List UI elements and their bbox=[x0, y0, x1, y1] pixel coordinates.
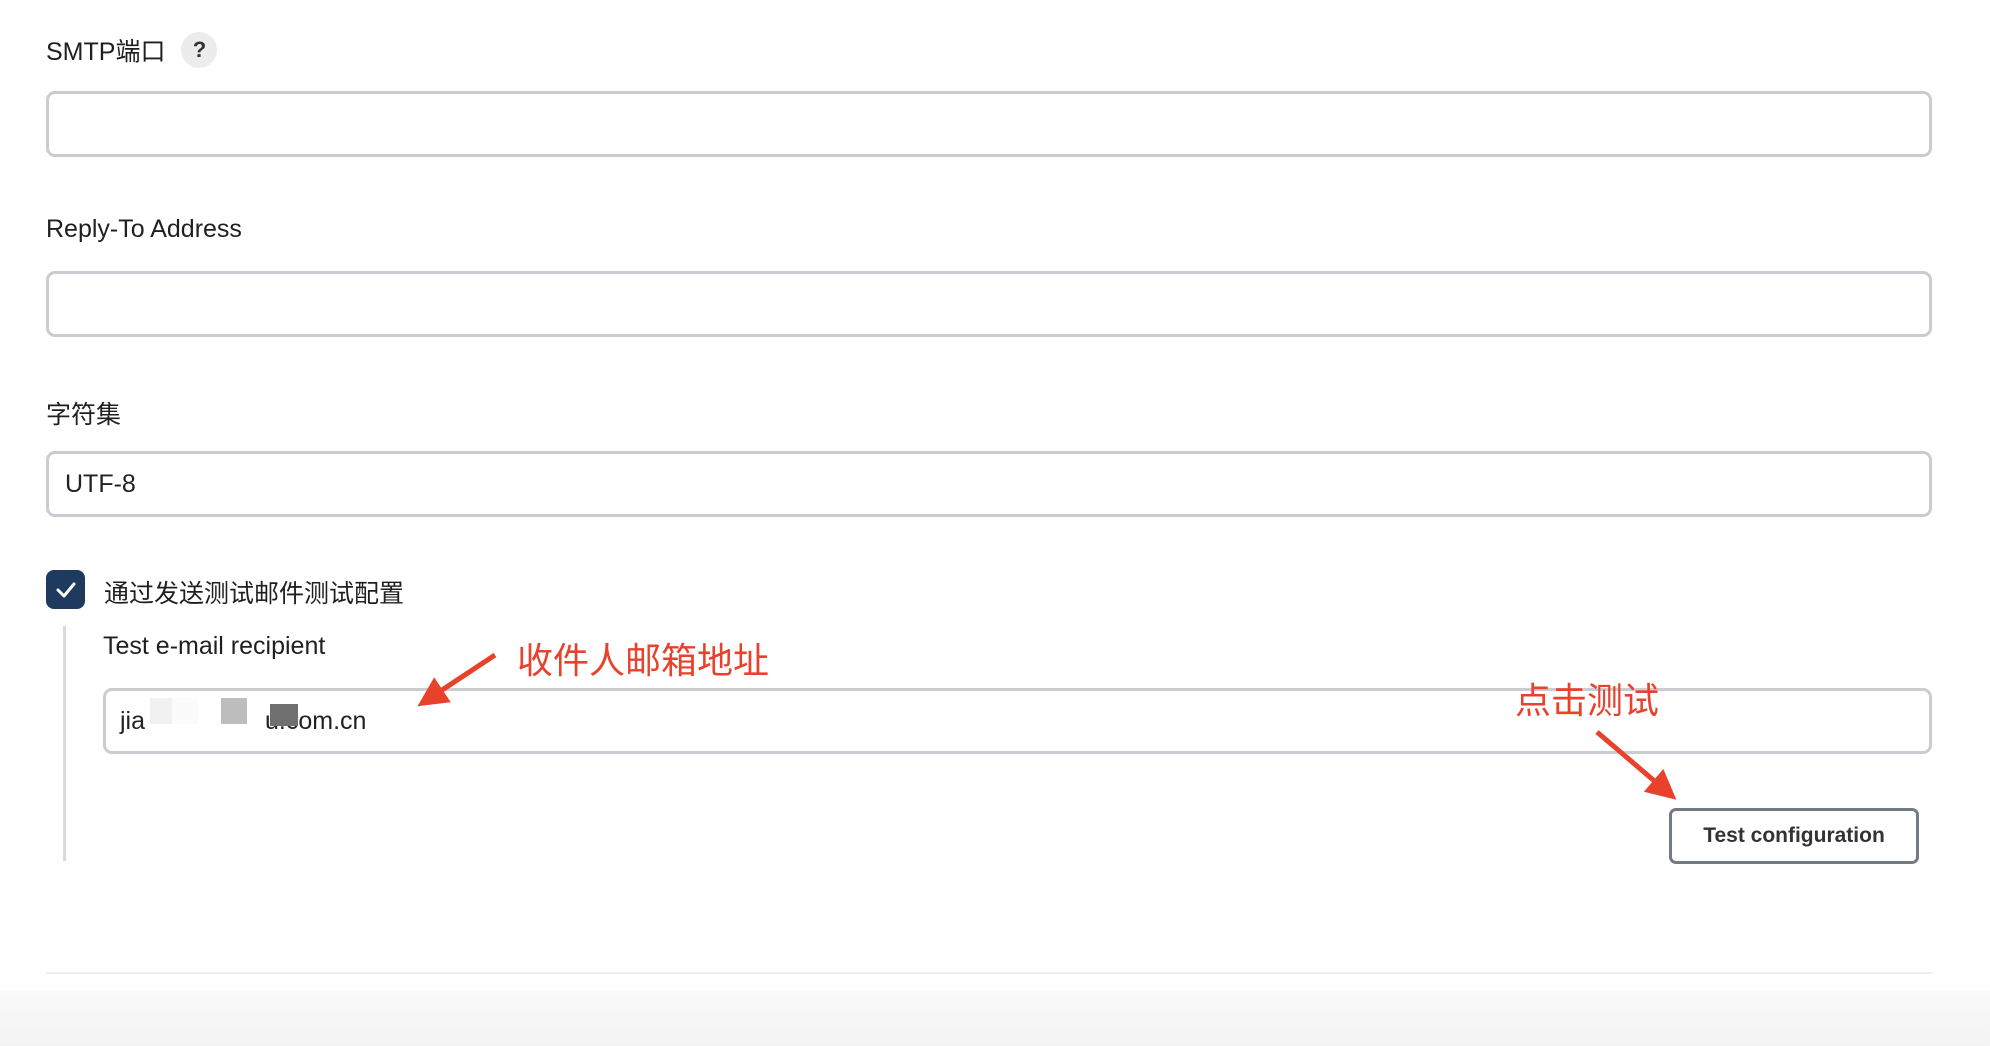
recipient-prefix: jia bbox=[120, 706, 146, 735]
test-configuration-button[interactable]: Test configuration bbox=[1669, 808, 1919, 864]
footer-bar bbox=[0, 990, 1990, 1046]
test-mail-checkbox[interactable] bbox=[46, 570, 85, 609]
annotation-recipient: 收件人邮箱地址 bbox=[517, 640, 770, 681]
redaction-mark bbox=[172, 698, 198, 724]
charset-label: 字符集 bbox=[46, 401, 122, 429]
smtp-port-label: SMTP端口 ? bbox=[46, 32, 218, 68]
smtp-port-label-text: SMTP端口 bbox=[46, 38, 166, 66]
redaction-mark bbox=[221, 698, 247, 724]
help-icon[interactable]: ? bbox=[181, 32, 218, 68]
smtp-port-input[interactable] bbox=[46, 91, 1932, 157]
charset-input[interactable]: UTF-8 bbox=[46, 451, 1932, 517]
redaction-mark bbox=[270, 704, 298, 726]
section-divider bbox=[46, 972, 1932, 974]
redaction-mark bbox=[150, 698, 172, 724]
reply-to-label: Reply-To Address bbox=[46, 215, 242, 243]
reply-to-input[interactable] bbox=[46, 271, 1932, 337]
annotation-click-test: 点击测试 bbox=[1515, 680, 1660, 721]
test-mail-checkbox-label: 通过发送测试邮件测试配置 bbox=[104, 580, 405, 608]
test-recipient-label: Test e-mail recipient bbox=[103, 632, 326, 660]
nested-section-bar bbox=[63, 626, 66, 861]
checkmark-icon bbox=[56, 582, 75, 597]
